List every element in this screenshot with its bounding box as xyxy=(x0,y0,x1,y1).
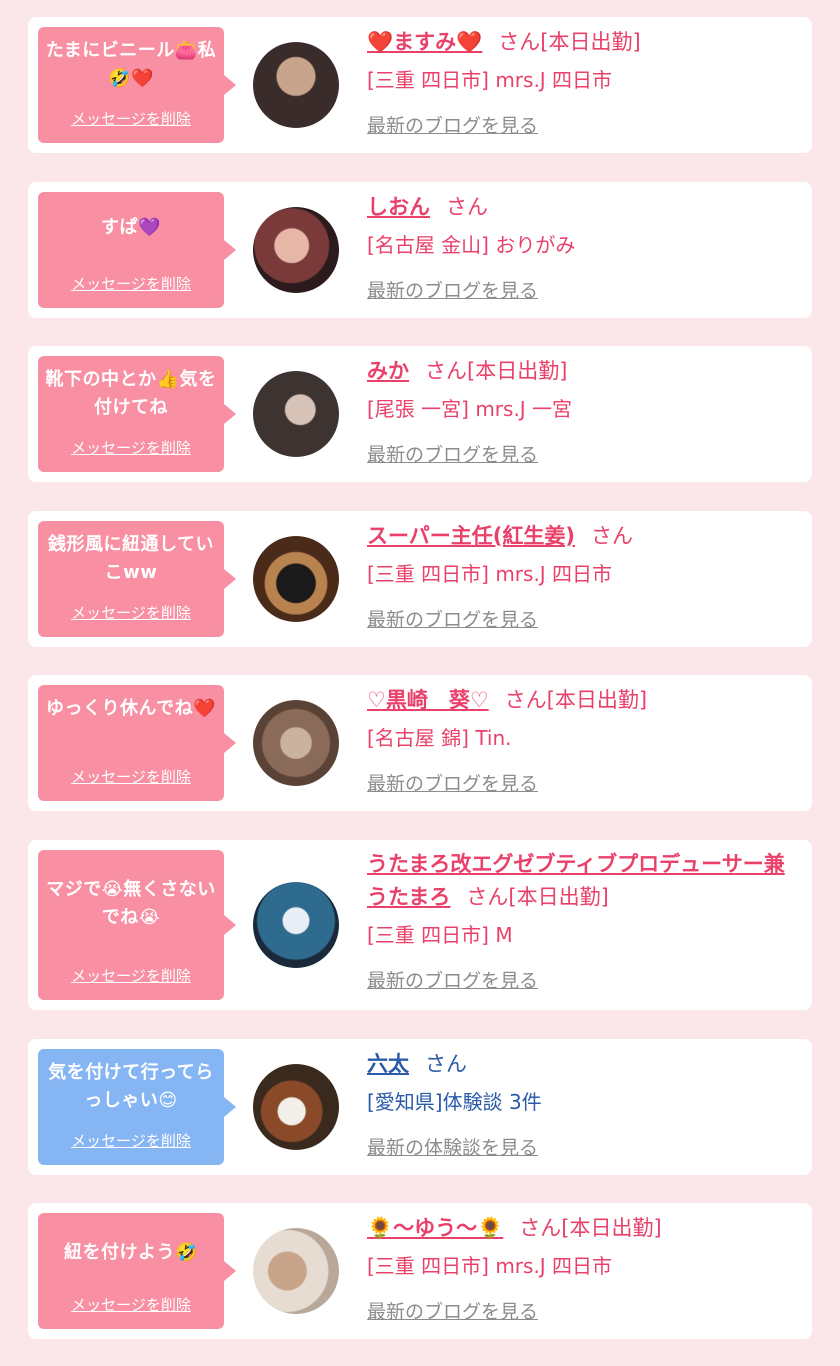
avatar[interactable] xyxy=(253,42,339,128)
honorific: さん[本日出勤] xyxy=(504,688,648,712)
message-bubble: すぱ💜 メッセージを削除 xyxy=(38,192,236,308)
shop-info: [尾張 一宮] mrs.J 一宮 xyxy=(367,397,573,421)
user-name-link[interactable]: ❤️ますみ❤️ xyxy=(367,30,482,54)
latest-blog-link[interactable]: 最新のブログを見る xyxy=(367,771,538,797)
latest-blog-link[interactable]: 最新のブログを見る xyxy=(367,607,538,633)
user-name-link[interactable]: スーパー主任(紅生姜) xyxy=(367,524,575,548)
message-card: 気を付けて行ってらっしゃい😊 メッセージを削除 六太 さん [愛知県]体験談 3件… xyxy=(28,1039,812,1175)
message-text: 靴下の中とか👍気を付けてね xyxy=(45,369,217,418)
latest-blog-link[interactable]: 最新のブログを見る xyxy=(367,278,538,304)
delete-message-link[interactable]: メッセージを削除 xyxy=(38,108,224,129)
delete-message-link[interactable]: メッセージを削除 xyxy=(38,273,224,294)
message-text: ゆっくり休んでね❤️ xyxy=(45,698,216,719)
message-card: たまにビニール👛私🤣❤️ メッセージを削除 ❤️ますみ❤️ さん[本日出勤] [三… xyxy=(28,17,812,153)
latest-review-link[interactable]: 最新の体験談を見る xyxy=(367,1135,538,1161)
profile-info: しおん さん [名古屋 金山] おりがみ 最新のブログを見る xyxy=(367,190,798,304)
message-bubble: たまにビニール👛私🤣❤️ メッセージを削除 xyxy=(38,27,236,143)
message-bubble: 靴下の中とか👍気を付けてね メッセージを削除 xyxy=(38,356,236,472)
profile-info: スーパー主任(紅生姜) さん [三重 四日市] mrs.J 四日市 最新のブログを… xyxy=(367,519,798,633)
honorific: さん[本日出勤] xyxy=(498,30,641,54)
profile-info: ❤️ますみ❤️ さん[本日出勤] [三重 四日市] mrs.J 四日市 最新のブロ… xyxy=(367,25,798,139)
honorific: さん[本日出勤] xyxy=(466,885,609,909)
honorific: さん[本日出勤] xyxy=(425,359,568,383)
message-bubble: 紐を付けよう🤣 メッセージを削除 xyxy=(38,1213,236,1329)
message-text: すぱ💜 xyxy=(101,217,161,238)
message-text: 気を付けて行ってらっしゃい😊 xyxy=(48,1062,214,1111)
message-text: 銭形風に紐通していこww xyxy=(48,534,214,583)
delete-message-link[interactable]: メッセージを削除 xyxy=(38,766,224,787)
message-text: 紐を付けよう🤣 xyxy=(64,1242,198,1263)
message-list: たまにビニール👛私🤣❤️ メッセージを削除 ❤️ますみ❤️ さん[本日出勤] [三… xyxy=(0,0,840,1366)
avatar[interactable] xyxy=(253,1228,339,1314)
shop-info: [三重 四日市] mrs.J 四日市 xyxy=(367,1254,613,1278)
honorific: さん[本日出勤] xyxy=(519,1216,662,1240)
avatar[interactable] xyxy=(253,700,339,786)
honorific: さん xyxy=(425,1052,467,1076)
delete-message-link[interactable]: メッセージを削除 xyxy=(38,1294,224,1315)
profile-info: みか さん[本日出勤] [尾張 一宮] mrs.J 一宮 最新のブログを見る xyxy=(367,354,798,468)
latest-blog-link[interactable]: 最新のブログを見る xyxy=(367,113,538,139)
message-card: 銭形風に紐通していこww メッセージを削除 スーパー主任(紅生姜) さん [三重 … xyxy=(28,511,812,647)
message-card: ゆっくり休んでね❤️ メッセージを削除 ♡黒崎 葵♡ さん[本日出勤] [名古屋 … xyxy=(28,675,812,811)
user-name-link[interactable]: 🌻～ゆう～🌻 xyxy=(367,1216,503,1240)
message-bubble: 銭形風に紐通していこww メッセージを削除 xyxy=(38,521,236,637)
profile-info: 🌻～ゆう～🌻 さん[本日出勤] [三重 四日市] mrs.J 四日市 最新のブログ… xyxy=(367,1211,798,1325)
shop-info: [三重 四日市] mrs.J 四日市 xyxy=(367,562,613,586)
user-name-link[interactable]: ♡黒崎 葵♡ xyxy=(367,688,489,712)
profile-info: うたまろ改エグゼブティブプロデューサー兼うたまろ さん[本日出勤] [三重 四日市… xyxy=(367,848,798,994)
shop-info: [名古屋 金山] おりがみ xyxy=(367,233,576,257)
avatar[interactable] xyxy=(253,536,339,622)
message-card: 紐を付けよう🤣 メッセージを削除 🌻～ゆう～🌻 さん[本日出勤] [三重 四日市]… xyxy=(28,1203,812,1339)
message-bubble: マジで😭無くさないでね😭 メッセージを削除 xyxy=(38,850,236,1000)
delete-message-link[interactable]: メッセージを削除 xyxy=(38,1130,224,1151)
shop-info: [三重 四日市] mrs.J 四日市 xyxy=(367,68,613,92)
user-name-link[interactable]: しおん xyxy=(367,195,430,219)
delete-message-link[interactable]: メッセージを削除 xyxy=(38,437,224,458)
avatar[interactable] xyxy=(253,1064,339,1150)
user-name-link[interactable]: 六太 xyxy=(367,1052,409,1076)
message-card: すぱ💜 メッセージを削除 しおん さん [名古屋 金山] おりがみ 最新のブログを… xyxy=(28,182,812,318)
message-card: 靴下の中とか👍気を付けてね メッセージを削除 みか さん[本日出勤] [尾張 一宮… xyxy=(28,346,812,482)
message-bubble: ゆっくり休んでね❤️ メッセージを削除 xyxy=(38,685,236,801)
shop-info: [名古屋 錦] Tin. xyxy=(367,726,512,750)
avatar[interactable] xyxy=(253,207,339,293)
avatar[interactable] xyxy=(253,371,339,457)
shop-info: [愛知県]体験談 3件 xyxy=(367,1090,542,1114)
latest-blog-link[interactable]: 最新のブログを見る xyxy=(367,968,538,994)
message-text: マジで😭無くさないでね😭 xyxy=(46,879,216,928)
latest-blog-link[interactable]: 最新のブログを見る xyxy=(367,442,538,468)
avatar[interactable] xyxy=(253,882,339,968)
honorific: さん xyxy=(591,524,633,548)
delete-message-link[interactable]: メッセージを削除 xyxy=(38,602,224,623)
shop-info: [三重 四日市] M xyxy=(367,923,513,947)
message-text: たまにビニール👛私🤣❤️ xyxy=(45,40,217,89)
message-card: マジで😭無くさないでね😭 メッセージを削除 うたまろ改エグゼブティブプロデューサ… xyxy=(28,840,812,1010)
profile-info: ♡黒崎 葵♡ さん[本日出勤] [名古屋 錦] Tin. 最新のブログを見る xyxy=(367,683,798,797)
user-name-link[interactable]: みか xyxy=(367,359,409,383)
delete-message-link[interactable]: メッセージを削除 xyxy=(38,965,224,986)
honorific: さん xyxy=(446,195,488,219)
profile-info: 六太 さん [愛知県]体験談 3件 最新の体験談を見る xyxy=(367,1047,798,1161)
latest-blog-link[interactable]: 最新のブログを見る xyxy=(367,1299,538,1325)
message-bubble: 気を付けて行ってらっしゃい😊 メッセージを削除 xyxy=(38,1049,236,1165)
